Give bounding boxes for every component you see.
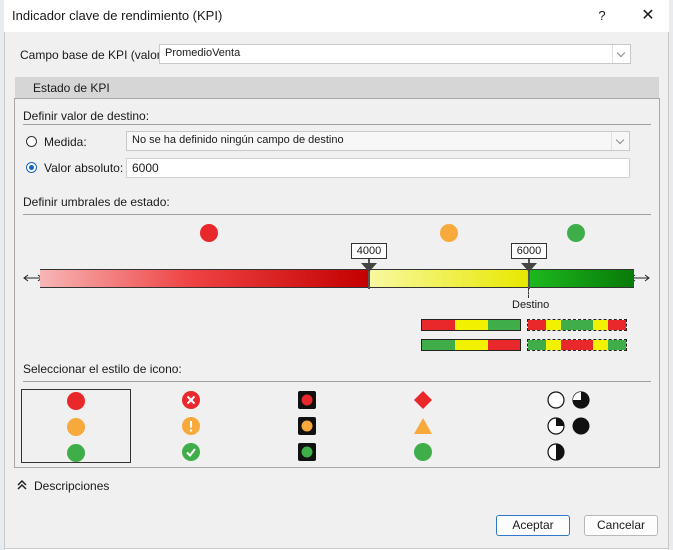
divider — [23, 124, 651, 125]
thresholds-heading: Definir umbrales de estado: — [23, 195, 170, 209]
icon-style-heading: Seleccionar el estilo de icono: — [23, 362, 182, 376]
measure-value: No se ha definido ningún campo de destin… — [132, 134, 344, 146]
band-preset-red-yellow-green[interactable] — [421, 319, 521, 331]
kpi-base-label: Campo base de KPI (valor): — [20, 48, 169, 62]
green-circle-icon — [414, 443, 432, 461]
double-chevron-up-icon[interactable] — [17, 480, 27, 490]
kpi-status-section-title: Estado de KPI — [33, 81, 110, 95]
x-circle-icon — [182, 391, 200, 409]
band-preset-green-yellow-red-yellow-green[interactable] — [527, 339, 627, 351]
kpi-status-section-header — [15, 77, 659, 98]
target-marker-line — [528, 288, 530, 298]
slider-handle-icon[interactable] — [361, 263, 377, 273]
icon-style-traffic-lights[interactable] — [251, 389, 361, 463]
dialog-title: Indicador clave de rendimiento (KPI) — [12, 8, 223, 23]
target-label: Destino — [512, 299, 550, 311]
chevron-down-icon — [612, 45, 630, 63]
threshold-low-value[interactable]: 4000 — [351, 243, 387, 259]
absolute-value-radio[interactable] — [26, 162, 37, 173]
icon-style-grid — [21, 389, 645, 463]
red-diamond-icon — [414, 391, 432, 409]
chevron-down-icon — [611, 132, 629, 150]
half-circle-icon — [547, 443, 565, 461]
measure-label: Medida: — [44, 135, 87, 149]
full-circle-icon — [572, 417, 590, 435]
check-circle-icon — [182, 443, 200, 461]
band-preset-green-yellow-red[interactable] — [421, 339, 521, 351]
icon-style-circles[interactable] — [21, 389, 131, 463]
kpi-base-dropdown[interactable]: PromedioVenta — [159, 44, 631, 64]
exclamation-circle-icon — [182, 417, 200, 435]
band-preset-red-yellow-green-yellow-red[interactable] — [527, 319, 627, 331]
three-quarter-circle-icon — [572, 391, 590, 409]
cancel-button[interactable]: Cancelar — [584, 515, 658, 536]
amber-circle-icon — [67, 418, 85, 436]
measure-dropdown[interactable]: No se ha definido ningún campo de destin… — [126, 131, 630, 151]
kpi-base-value: PromedioVenta — [165, 47, 241, 59]
traffic-light-amber-icon — [298, 417, 316, 435]
absolute-value-label: Valor absoluto: — [44, 161, 124, 175]
icon-style-quarters[interactable] — [535, 389, 645, 463]
divider — [23, 214, 651, 215]
measure-radio[interactable] — [26, 136, 37, 147]
ok-button[interactable]: Aceptar — [496, 515, 570, 536]
divider — [23, 381, 651, 382]
traffic-light-green-icon — [298, 443, 316, 461]
icon-style-shapes[interactable] — [366, 389, 476, 463]
slider-handle-icon[interactable] — [521, 263, 537, 273]
absolute-value-input[interactable]: 6000 — [126, 158, 630, 178]
quarter-circle-icon — [547, 417, 565, 435]
close-button[interactable]: ✕ — [634, 4, 662, 28]
amber-triangle-icon — [414, 418, 432, 434]
target-heading: Definir valor de destino: — [23, 109, 150, 123]
red-circle-icon — [67, 392, 85, 410]
help-button[interactable]: ? — [588, 4, 616, 28]
threshold-high-value[interactable]: 6000 — [511, 243, 547, 259]
threshold-gradient-bar — [40, 269, 634, 288]
status-red-dot-icon — [200, 224, 218, 242]
status-amber-dot-icon — [440, 224, 458, 242]
status-green-dot-icon — [567, 224, 585, 242]
icon-style-symbols[interactable] — [136, 389, 246, 463]
empty-circle-icon — [547, 391, 565, 409]
descriptions-toggle[interactable]: Descripciones — [34, 479, 109, 493]
traffic-light-red-icon — [298, 391, 316, 409]
green-circle-icon — [67, 444, 85, 462]
